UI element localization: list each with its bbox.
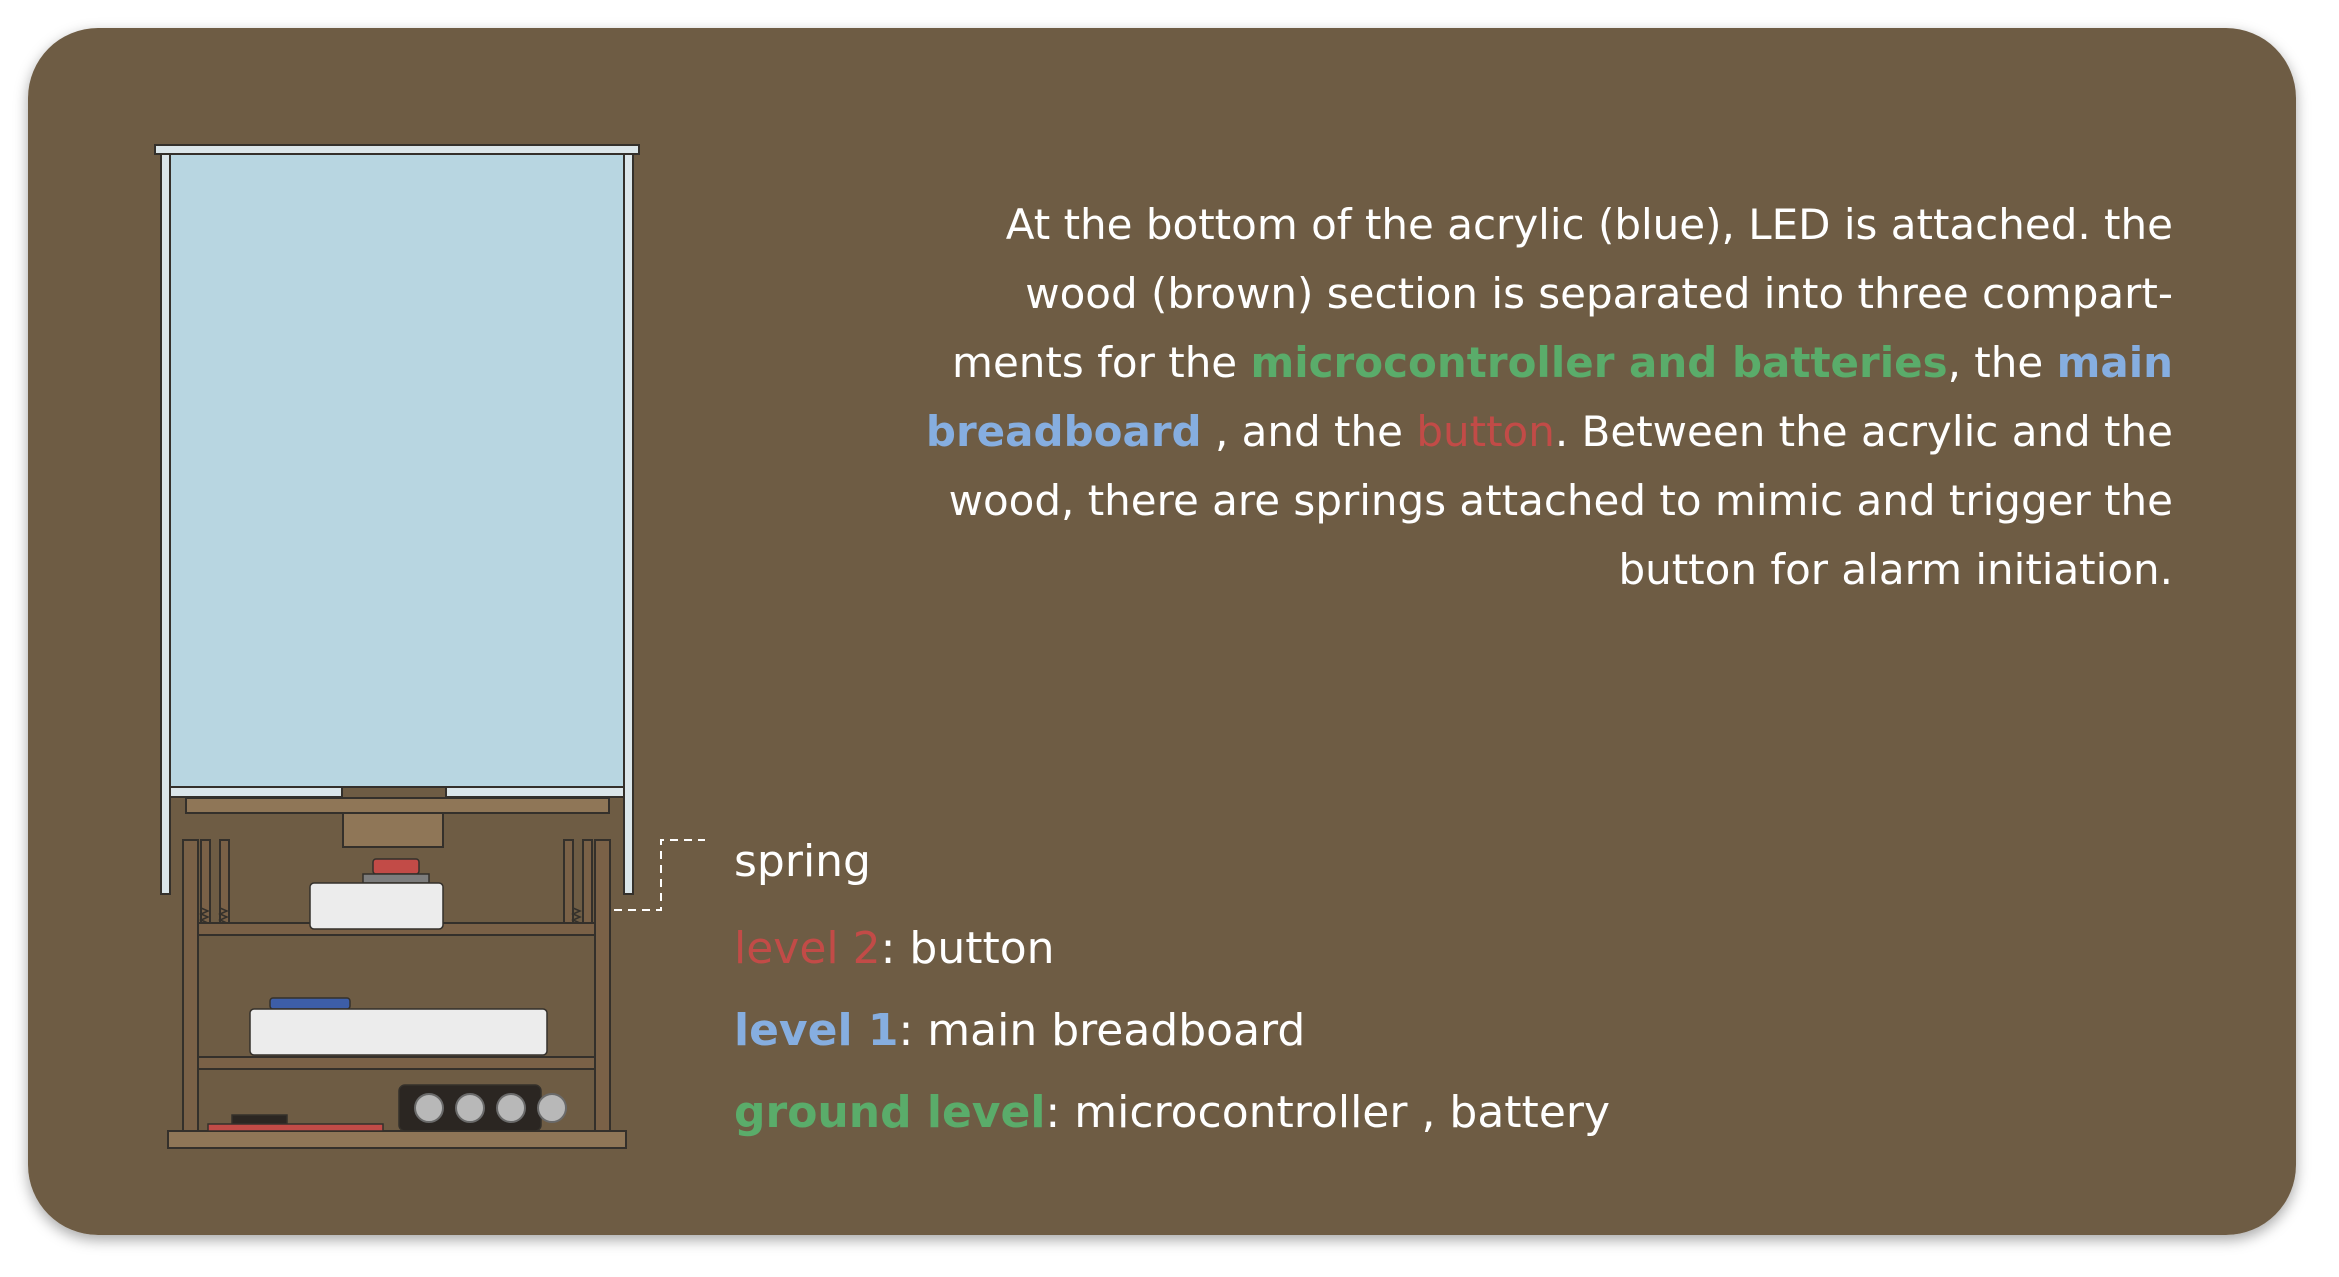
ground-separator: : (1045, 1087, 1075, 1138)
level1-label: level 1: main breadboard (734, 1005, 1305, 1056)
wood-right-wall (594, 839, 611, 1149)
description-part-2: , the (1947, 338, 2057, 387)
ground-value: microcontroller , battery (1074, 1087, 1611, 1138)
acrylic-left-wall (160, 153, 171, 895)
description-paragraph: At the bottom of the acrylic (blue), LED… (908, 190, 2173, 604)
level2-value: button (909, 923, 1055, 974)
acrylic-top-lip (154, 144, 640, 155)
level1-name: level 1 (734, 1005, 899, 1056)
level2-name: level 2 (734, 923, 881, 974)
highlight-button: button (1416, 407, 1555, 456)
led-mount (342, 812, 444, 848)
acrylic-right-wall (623, 153, 634, 895)
description-part-3: , and the (1201, 407, 1417, 456)
highlight-microcontroller: microcontroller and batteries (1250, 338, 1948, 387)
battery-pack-icon (398, 1084, 567, 1132)
wood-left-wall (182, 839, 199, 1149)
ground-name: ground level (734, 1087, 1046, 1138)
acrylic-enclosure (154, 144, 640, 895)
acrylic-panel-icon (169, 153, 625, 788)
acrylic-bottom-right (445, 786, 625, 798)
diagram-card: At the bottom of the acrylic (blue), LED… (28, 28, 2296, 1235)
level2-label: level 2: button (734, 923, 1055, 974)
acrylic-bottom-left (169, 786, 343, 798)
inner-post-right-outer (582, 839, 593, 924)
inner-post-right-inner (563, 839, 574, 924)
base-plate (167, 1130, 627, 1149)
level1-separator: : (898, 1005, 928, 1056)
level1-value: main breadboard (927, 1005, 1306, 1056)
top-shelf (185, 797, 610, 814)
ground-label: ground level: microcontroller , battery (734, 1087, 1610, 1138)
level2-separator: : (880, 923, 910, 974)
level1-shelf (197, 1056, 596, 1070)
spring-label: spring (734, 836, 871, 887)
